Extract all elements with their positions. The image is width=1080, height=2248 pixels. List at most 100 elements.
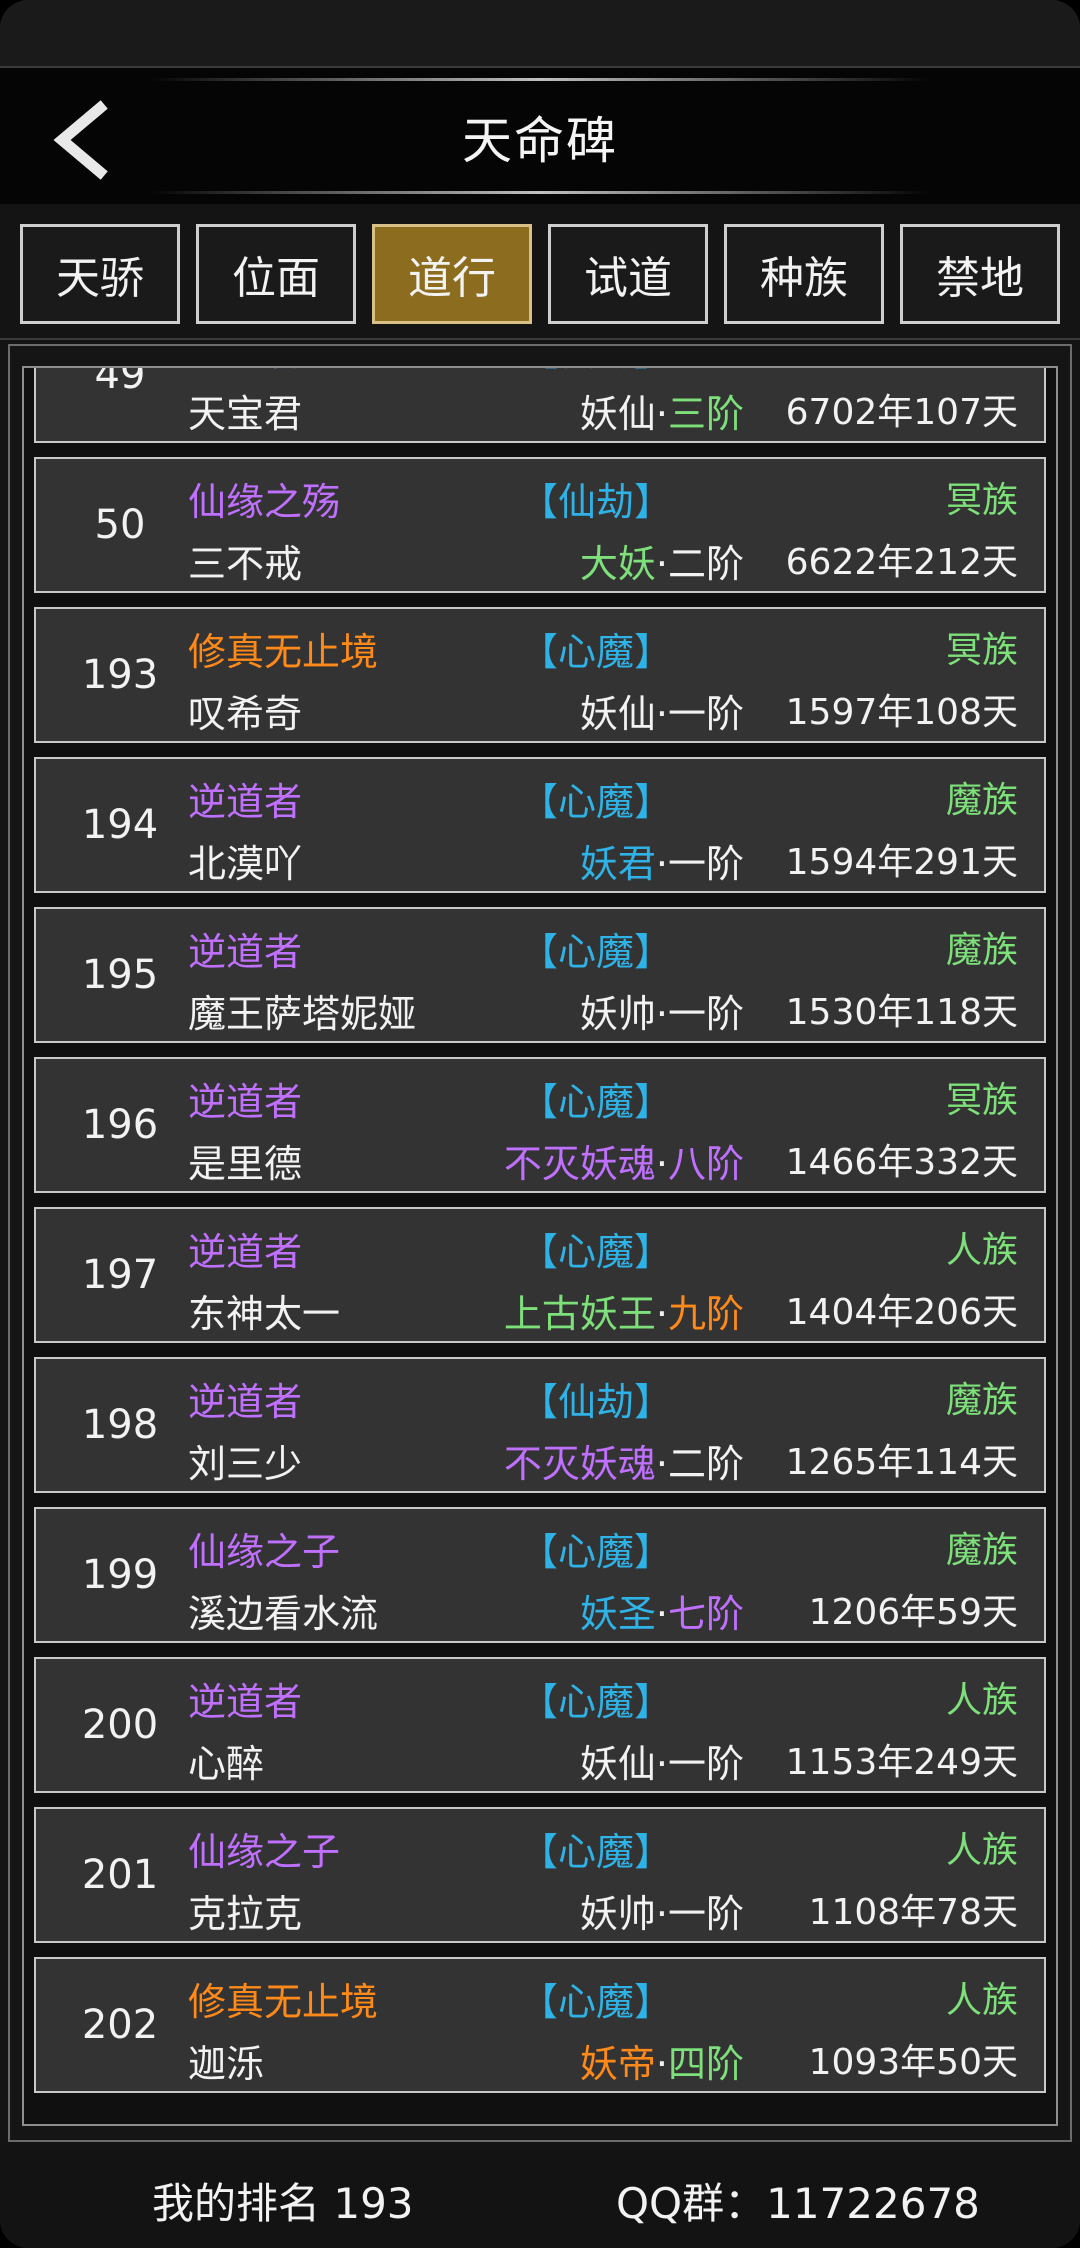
row-name: 刘三少 xyxy=(188,1442,303,1486)
row-realm: 上古妖王·九阶 xyxy=(504,1283,744,1338)
row-realm-name: 妖圣 xyxy=(579,1592,656,1636)
row-title: 逆道者 xyxy=(188,1080,303,1124)
row-realm-level: 七阶 xyxy=(667,1592,744,1636)
ranking-row[interactable]: 199 仙缘之子 溪边看水流 【心魔】 妖圣·七阶 魔族 1206年59天 xyxy=(34,1507,1046,1643)
row-realm: 妖君·一阶 xyxy=(580,833,744,888)
row-realm: 妖仙·三阶 xyxy=(580,383,744,438)
row-realm-level: 九阶 xyxy=(667,1292,744,1336)
row-realm-name: 不灭妖魂 xyxy=(503,1442,656,1486)
row-title: 逆道者 xyxy=(188,780,303,824)
tab-daoxing[interactable]: 道行 xyxy=(372,224,532,324)
tab-bar: 天骄 位面 道行 试道 种族 禁地 xyxy=(0,204,1080,340)
ranking-list-frame: 49逆道者天宝君【仙劫】妖仙·三阶人族6702年107天50仙缘之殇三不戒【仙劫… xyxy=(8,344,1072,2142)
my-rank-label: 我的排名 193 xyxy=(152,2179,414,2228)
tab-weimian[interactable]: 位面 xyxy=(196,224,356,324)
row-tribulation: 【心魔】 xyxy=(519,1230,672,1274)
row-realm-level: 二阶 xyxy=(667,542,744,586)
row-rank: 198 xyxy=(81,1402,159,1448)
row-realm-name: 妖仙 xyxy=(579,1742,656,1786)
ranking-row[interactable]: 202 修真无止境 迦泺 【心魔】 妖帝·四阶 人族 1093年50天 xyxy=(34,1957,1046,2093)
row-realm-name: 大妖 xyxy=(579,542,656,586)
row-realm-level: 一阶 xyxy=(667,692,744,736)
row-realm-name: 妖帅 xyxy=(579,1892,656,1936)
row-name: 心醉 xyxy=(188,1742,265,1786)
status-bar xyxy=(0,0,1080,66)
row-realm-name: 上古妖王 xyxy=(503,1292,656,1336)
row-rank: 193 xyxy=(81,652,159,698)
row-tribulation: 【心魔】 xyxy=(519,1830,672,1874)
row-realm: 不灭妖魂·二阶 xyxy=(504,1433,744,1488)
row-rank: 197 xyxy=(81,1252,159,1298)
ranking-row[interactable]: 201 仙缘之子 克拉克 【心魔】 妖帅·一阶 人族 1108年78天 xyxy=(34,1807,1046,1943)
ranking-row[interactable]: 200 逆道者 心醉 【心魔】 妖仙·一阶 人族 1153年249天 xyxy=(34,1657,1046,1793)
row-realm-sep: · xyxy=(655,842,668,886)
row-name: 北漠吖 xyxy=(188,842,303,886)
ranking-row[interactable]: 196 逆道者 是里德 【心魔】 不灭妖魂·八阶 冥族 1466年332天 xyxy=(34,1057,1046,1193)
tab-shidao[interactable]: 试道 xyxy=(548,224,708,324)
row-time: 1108年78天 xyxy=(808,1892,1018,1933)
row-rank: 195 xyxy=(81,952,159,998)
row-realm: 妖圣·七阶 xyxy=(580,1583,744,1638)
footer-bar: 我的排名 193 QQ群：11722678 xyxy=(0,2142,1080,2248)
ranking-row[interactable]: 198 逆道者 刘三少 【仙劫】 不灭妖魂·二阶 魔族 1265年114天 xyxy=(34,1357,1046,1493)
row-name: 克拉克 xyxy=(188,1892,303,1936)
row-race: 魔族 xyxy=(945,780,1018,821)
row-realm: 妖帅·一阶 xyxy=(580,1883,744,1938)
row-realm-sep: · xyxy=(655,1142,668,1186)
row-realm-name: 妖君 xyxy=(579,842,656,886)
row-tribulation: 【心魔】 xyxy=(519,930,672,974)
row-name: 是里德 xyxy=(188,1142,303,1186)
row-time: 1153年249天 xyxy=(785,1742,1018,1783)
page-title: 天命碑 xyxy=(462,112,618,170)
row-realm-sep: · xyxy=(655,1892,668,1936)
row-tribulation: 【心魔】 xyxy=(519,1530,672,1574)
row-title: 逆道者 xyxy=(188,1680,303,1724)
row-rank: 202 xyxy=(81,2002,159,2048)
row-tribulation: 【心魔】 xyxy=(519,1080,672,1124)
row-title: 逆道者 xyxy=(188,1230,303,1274)
row-realm-level: 一阶 xyxy=(667,992,744,1036)
row-realm-sep: · xyxy=(655,542,668,586)
row-race: 冥族 xyxy=(945,630,1018,671)
row-realm-level: 四阶 xyxy=(667,2042,744,2086)
row-rank: 50 xyxy=(94,502,146,548)
phone-screen: 天命碑 天骄 位面 道行 试道 种族 禁地 49逆道者天宝君【仙劫】妖仙·三阶人… xyxy=(0,0,1080,2248)
row-realm-sep: · xyxy=(655,1592,668,1636)
row-realm-sep: · xyxy=(655,692,668,736)
row-realm-sep: · xyxy=(655,392,668,436)
row-tribulation: 【心魔】 xyxy=(519,780,672,824)
ranking-row[interactable]: 194 逆道者 北漠吖 【心魔】 妖君·一阶 魔族 1594年291天 xyxy=(34,757,1046,893)
ranking-row[interactable]: 195 逆道者 魔王萨塔妮娅 【心魔】 妖帅·一阶 魔族 1530年118天 xyxy=(34,907,1046,1043)
row-title: 逆道者 xyxy=(188,1380,303,1424)
row-realm: 妖仙·一阶 xyxy=(580,1733,744,1788)
row-time: 1093年50天 xyxy=(808,2042,1018,2083)
ranking-row[interactable]: 49 逆道者天宝君 【仙劫】妖仙·三阶 人族 6702年107天 xyxy=(34,366,1046,443)
row-name: 天宝君 xyxy=(188,392,303,436)
row-rank: 200 xyxy=(81,1702,159,1748)
tab-jindi[interactable]: 禁地 xyxy=(900,224,1060,324)
ranking-row[interactable]: 197 逆道者 东神太一 【心魔】 上古妖王·九阶 人族 1404年206天 xyxy=(34,1207,1046,1343)
row-title: 仙缘之子 xyxy=(188,1530,341,1574)
row-time: 1594年291天 xyxy=(785,842,1018,883)
ranking-list[interactable]: 49逆道者天宝君【仙劫】妖仙·三阶人族6702年107天50仙缘之殇三不戒【仙劫… xyxy=(22,366,1058,2126)
row-title: 仙缘之殇 xyxy=(188,480,341,524)
row-race: 人族 xyxy=(945,1230,1018,1271)
row-realm-level: 一阶 xyxy=(667,1742,744,1786)
ranking-row[interactable]: 50 仙缘之殇 三不戒 【仙劫】 大妖·二阶 冥族 6622年212天 xyxy=(34,457,1046,593)
row-race: 冥族 xyxy=(945,480,1018,521)
row-tribulation: 【仙劫】 xyxy=(336,368,856,376)
row-time: 1597年108天 xyxy=(785,692,1018,733)
row-realm-name: 妖仙 xyxy=(579,692,656,736)
row-race: 冥族 xyxy=(945,1080,1018,1121)
row-rank: 49 xyxy=(94,366,146,398)
row-title: 逆道者 xyxy=(188,368,302,376)
tab-tianjiao[interactable]: 天骄 xyxy=(20,224,180,324)
row-race: 人族 xyxy=(945,1980,1018,2021)
row-name: 东神太一 xyxy=(188,1292,341,1336)
row-rank: 199 xyxy=(81,1552,159,1598)
back-button[interactable] xyxy=(30,90,130,190)
row-race: 人族 xyxy=(945,1830,1018,1871)
ranking-row[interactable]: 193 修真无止境 叹希奇 【心魔】 妖仙·一阶 冥族 1597年108天 xyxy=(34,607,1046,743)
row-name: 三不戒 xyxy=(188,542,303,586)
tab-zhongzu[interactable]: 种族 xyxy=(724,224,884,324)
